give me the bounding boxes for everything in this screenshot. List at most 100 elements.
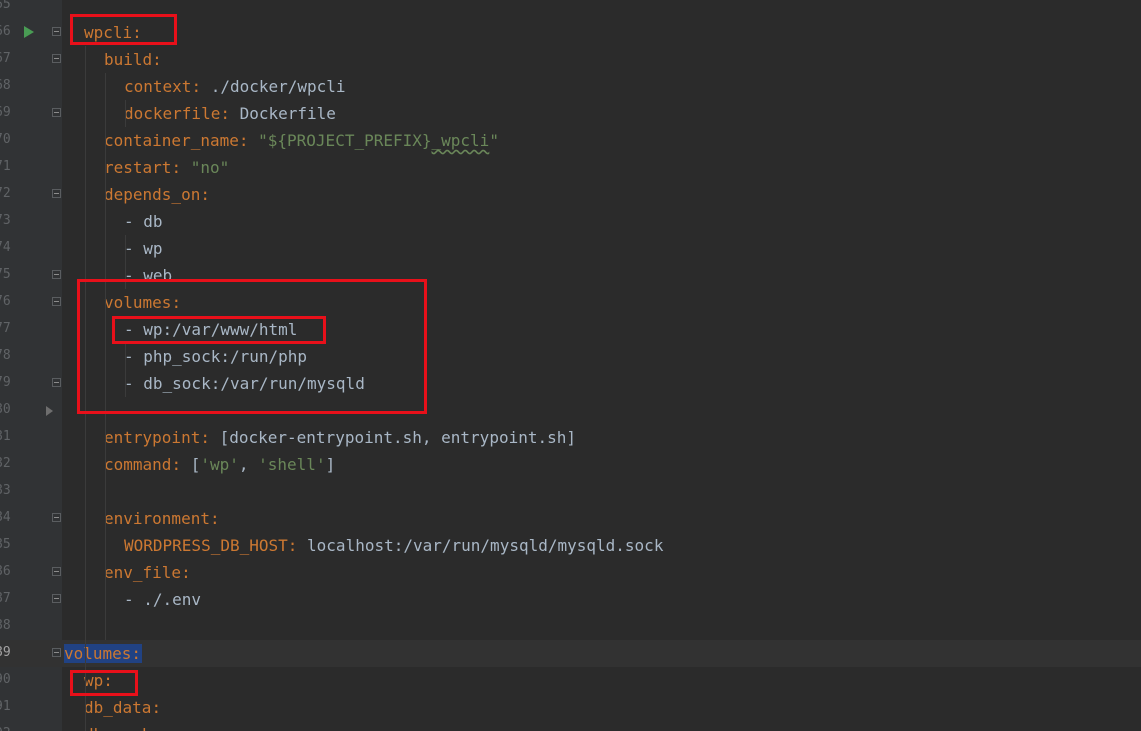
code-text[interactable]: dockerfile: Dockerfile <box>124 100 336 127</box>
line-number[interactable]: 77 <box>0 319 15 339</box>
line-number[interactable]: 76 <box>0 292 15 312</box>
fold-icon[interactable] <box>52 648 61 657</box>
code-line[interactable]: 82 command: ['wp', 'shell'] <box>0 451 1141 478</box>
code-token: ./.env <box>143 590 202 609</box>
code-token: - <box>124 239 144 258</box>
code-line[interactable]: 67 build: <box>0 46 1141 73</box>
code-text[interactable]: - wp <box>124 235 163 262</box>
code-line[interactable]: 84 environment: <box>0 505 1141 532</box>
fold-icon[interactable] <box>52 270 61 279</box>
code-text[interactable]: - ./.env <box>124 586 201 613</box>
code-token: 'shell' <box>258 455 326 474</box>
code-text[interactable]: - db <box>124 208 163 235</box>
line-number[interactable]: 70 <box>0 130 15 150</box>
code-text[interactable]: build: <box>104 46 162 73</box>
code-line[interactable]: 68 context: ./docker/wpcli <box>0 73 1141 100</box>
code-line[interactable]: 91 db_data: <box>0 694 1141 721</box>
fold-icon[interactable] <box>52 108 61 117</box>
line-number[interactable]: 87 <box>0 589 15 609</box>
code-text[interactable]: command: ['wp', 'shell'] <box>104 451 335 478</box>
fold-icon[interactable] <box>52 378 61 387</box>
line-number[interactable]: 69 <box>0 103 15 123</box>
line-number[interactable]: 79 <box>0 373 15 393</box>
code-token: : <box>151 698 162 717</box>
code-token: db_sock <box>84 725 151 731</box>
code-token: volumes: <box>64 644 143 663</box>
code-token: environment <box>104 509 210 528</box>
indent-guide <box>125 100 126 127</box>
code-text[interactable]: container_name: "${PROJECT_PREFIX}_wpcli… <box>104 127 499 154</box>
code-token: : <box>209 509 220 528</box>
line-number[interactable]: 83 <box>0 481 15 501</box>
line-number[interactable]: 66 <box>0 22 15 42</box>
code-text[interactable]: entrypoint: [docker-entrypoint.sh, entry… <box>104 424 576 451</box>
line-number[interactable]: 89 <box>0 643 15 663</box>
code-token: ] <box>325 455 336 474</box>
line-number[interactable]: 71 <box>0 157 15 177</box>
code-token: _wpcli <box>431 131 490 150</box>
line-number[interactable]: 82 <box>0 454 15 474</box>
line-number[interactable]: 72 <box>0 184 15 204</box>
line-number[interactable]: 65 <box>0 0 15 15</box>
code-text[interactable]: WORDPRESS_DB_HOST: localhost:/var/run/my… <box>124 532 663 559</box>
code-text[interactable]: depends_on: <box>104 181 210 208</box>
collapsed-fold-icon[interactable] <box>46 406 53 416</box>
code-token: build <box>104 50 153 69</box>
line-number[interactable]: 84 <box>0 508 15 528</box>
code-line[interactable]: 92 db_sock: <box>0 721 1141 731</box>
fold-icon[interactable] <box>52 513 61 522</box>
line-number[interactable]: 80 <box>0 400 15 420</box>
code-token: [ <box>190 455 201 474</box>
code-line[interactable]: 83 <box>0 478 1141 505</box>
line-number[interactable]: 86 <box>0 562 15 582</box>
line-number[interactable]: 67 <box>0 49 15 69</box>
fold-icon[interactable] <box>52 27 61 36</box>
code-line[interactable]: 71 restart: "no" <box>0 154 1141 181</box>
code-line[interactable]: 88 <box>0 613 1141 640</box>
annotation-box-wp-mount <box>112 316 326 344</box>
code-line[interactable]: 86 env_file: <box>0 559 1141 586</box>
line-number[interactable]: 85 <box>0 535 15 555</box>
code-text[interactable]: context: ./docker/wpcli <box>124 73 346 100</box>
code-token: : <box>200 428 220 447</box>
code-text[interactable]: db_data: <box>84 694 161 721</box>
code-line[interactable]: 89 volumes: <box>0 640 1141 667</box>
line-number[interactable]: 74 <box>0 238 15 258</box>
code-line[interactable]: 81 entrypoint: [docker-entrypoint.sh, ent… <box>0 424 1141 451</box>
line-number[interactable]: 90 <box>0 670 15 690</box>
code-text[interactable]: db_sock: <box>84 721 161 731</box>
fold-icon[interactable] <box>52 54 61 63</box>
code-line[interactable]: 90wp: <box>0 667 1141 694</box>
code-token: restart <box>104 158 172 177</box>
code-line[interactable]: 73 - db <box>0 208 1141 235</box>
code-editor[interactable]: 6566wpcli:67build:68context: ./docker/wp… <box>0 0 1141 731</box>
run-icon[interactable] <box>24 26 34 38</box>
code-token: localhost:/var/run/mysqld/mysqld.sock <box>307 536 664 555</box>
code-line[interactable]: 69 dockerfile: Dockerfile <box>0 100 1141 127</box>
code-line[interactable]: 85 WORDPRESS_DB_HOST: localhost:/var/run/… <box>0 532 1141 559</box>
code-token: "no" <box>190 158 230 177</box>
line-number[interactable]: 68 <box>0 76 15 96</box>
line-number[interactable]: 75 <box>0 265 15 285</box>
fold-icon[interactable] <box>52 189 61 198</box>
fold-icon[interactable] <box>52 567 61 576</box>
line-number[interactable]: 92 <box>0 724 15 731</box>
code-token: : <box>151 725 161 731</box>
code-line[interactable]: 70 container_name: "${PROJECT_PREFIX}_wpc… <box>0 127 1141 154</box>
code-token: : <box>200 185 210 204</box>
line-number[interactable]: 91 <box>0 697 15 717</box>
code-text[interactable]: volumes: <box>64 640 143 667</box>
line-number[interactable]: 73 <box>0 211 15 231</box>
code-line[interactable]: 72 depends_on: <box>0 181 1141 208</box>
code-token: Dockerfile <box>239 104 336 123</box>
fold-icon[interactable] <box>52 297 61 306</box>
fold-icon[interactable] <box>52 594 61 603</box>
code-text[interactable]: restart: "no" <box>104 154 229 181</box>
code-text[interactable]: environment: <box>104 505 220 532</box>
line-number[interactable]: 78 <box>0 346 15 366</box>
code-line[interactable]: 74 - wp <box>0 235 1141 262</box>
code-line[interactable]: 87 - ./.env <box>0 586 1141 613</box>
line-number[interactable]: 81 <box>0 427 15 447</box>
line-number[interactable]: 88 <box>0 616 15 636</box>
code-text[interactable]: env_file: <box>104 559 191 586</box>
